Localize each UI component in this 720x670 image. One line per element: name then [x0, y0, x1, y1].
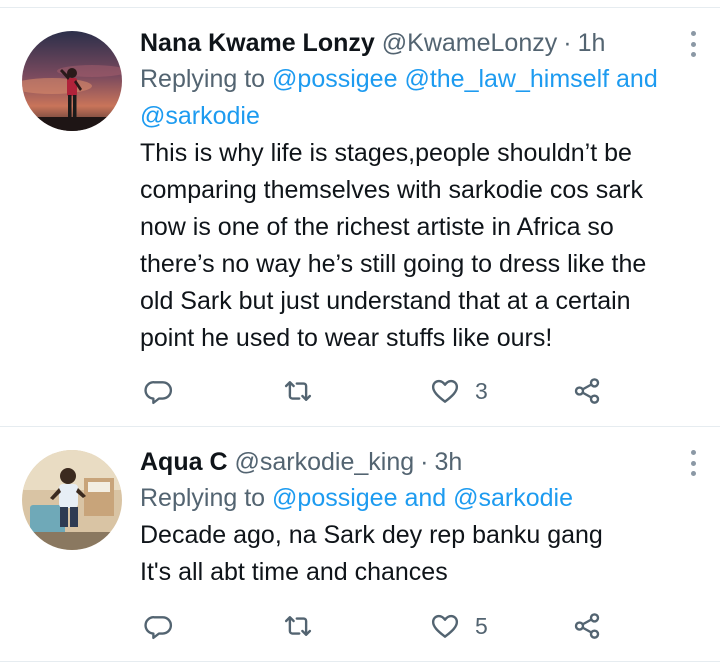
tweet-text-line: Decade ago, na Sark dey rep banku gang: [140, 521, 603, 549]
heart-icon: [431, 614, 459, 638]
timestamp[interactable]: 3h: [434, 444, 462, 480]
tweet-text-line: point he used to wear stuffs like ours!: [140, 324, 553, 352]
like-count: 3: [475, 377, 488, 404]
avatar[interactable]: [22, 450, 122, 550]
retweet-icon: [284, 381, 312, 401]
replying-to: Replying to @possigee and @sarkodie: [140, 480, 702, 517]
tweet-actions: 3: [140, 371, 620, 411]
heart-icon: [431, 379, 459, 403]
mention-joiner: and: [404, 484, 447, 512]
tweet-text-line: This is why life is stages,people should…: [140, 139, 632, 167]
tweet-header: Nana Kwame Lonzy @KwameLonzy · 1h: [140, 25, 702, 61]
like-count: 5: [475, 612, 488, 639]
separator-dot: ·: [563, 29, 572, 57]
replying-prefix: Replying to: [140, 65, 266, 93]
mention-link[interactable]: @possigee: [272, 65, 397, 93]
replying-prefix: Replying to: [140, 484, 266, 512]
tweet-header: Aqua C @sarkodie_king · 3h: [140, 444, 702, 480]
display-name[interactable]: Aqua C: [140, 444, 228, 480]
mention-link[interactable]: @sarkodie: [453, 484, 573, 512]
avatar-photo-icon: [22, 450, 122, 550]
tweet[interactable]: Aqua C @sarkodie_king · 3h Replying to @…: [0, 428, 720, 662]
share-icon: [574, 378, 600, 404]
mention-link[interactable]: @sarkodie: [140, 102, 260, 130]
tweet-content: Nana Kwame Lonzy @KwameLonzy · 1h Replyi…: [140, 25, 702, 357]
top-divider: [0, 0, 720, 8]
share-button[interactable]: [572, 606, 602, 646]
more-options-icon[interactable]: [688, 31, 698, 57]
tweet-text-line: now is one of the richest artiste in Afr…: [140, 213, 614, 241]
share-icon: [574, 613, 600, 639]
replying-to: Replying to @possigee @the_law_himself a…: [140, 61, 702, 135]
timestamp[interactable]: 1h: [578, 25, 606, 61]
like-button[interactable]: 3: [430, 371, 488, 411]
retweet-button[interactable]: [283, 606, 313, 646]
mention-link[interactable]: @possigee: [272, 484, 397, 512]
display-name[interactable]: Nana Kwame Lonzy: [140, 25, 375, 61]
tweet-text-line: It's all abt time and chances: [140, 558, 448, 586]
reply-button[interactable]: [144, 606, 174, 646]
separator-dot: ·: [420, 448, 429, 476]
retweet-button[interactable]: [283, 371, 313, 411]
mention-link[interactable]: @the_law_himself: [404, 65, 609, 93]
avatar[interactable]: [22, 31, 122, 131]
mention-joiner: and: [616, 65, 658, 93]
like-button[interactable]: 5: [430, 606, 488, 646]
tweet-text: Decade ago, na Sark dey rep banku gang I…: [140, 517, 702, 591]
avatar-photo-icon: [22, 31, 122, 131]
retweet-icon: [284, 616, 312, 636]
share-button[interactable]: [572, 371, 602, 411]
user-handle[interactable]: @sarkodie_king: [235, 444, 415, 480]
tweet[interactable]: Nana Kwame Lonzy @KwameLonzy · 1h Replyi…: [0, 9, 720, 427]
tweet-text-line: old Sark but just understand that at a c…: [140, 287, 631, 315]
user-handle[interactable]: @KwameLonzy: [382, 25, 557, 61]
tweet-content: Aqua C @sarkodie_king · 3h Replying to @…: [140, 444, 702, 591]
tweet-text-line: there’s no way he’s still going to dress…: [140, 250, 647, 278]
reply-icon: [144, 616, 172, 640]
reply-button[interactable]: [144, 371, 174, 411]
tweet-text: This is why life is stages,people should…: [140, 135, 702, 357]
tweet-actions: 5: [140, 606, 620, 646]
reply-icon: [144, 381, 172, 405]
tweet-text-line: comparing themselves with sarkodie cos s…: [140, 176, 643, 204]
more-options-icon[interactable]: [688, 450, 698, 476]
